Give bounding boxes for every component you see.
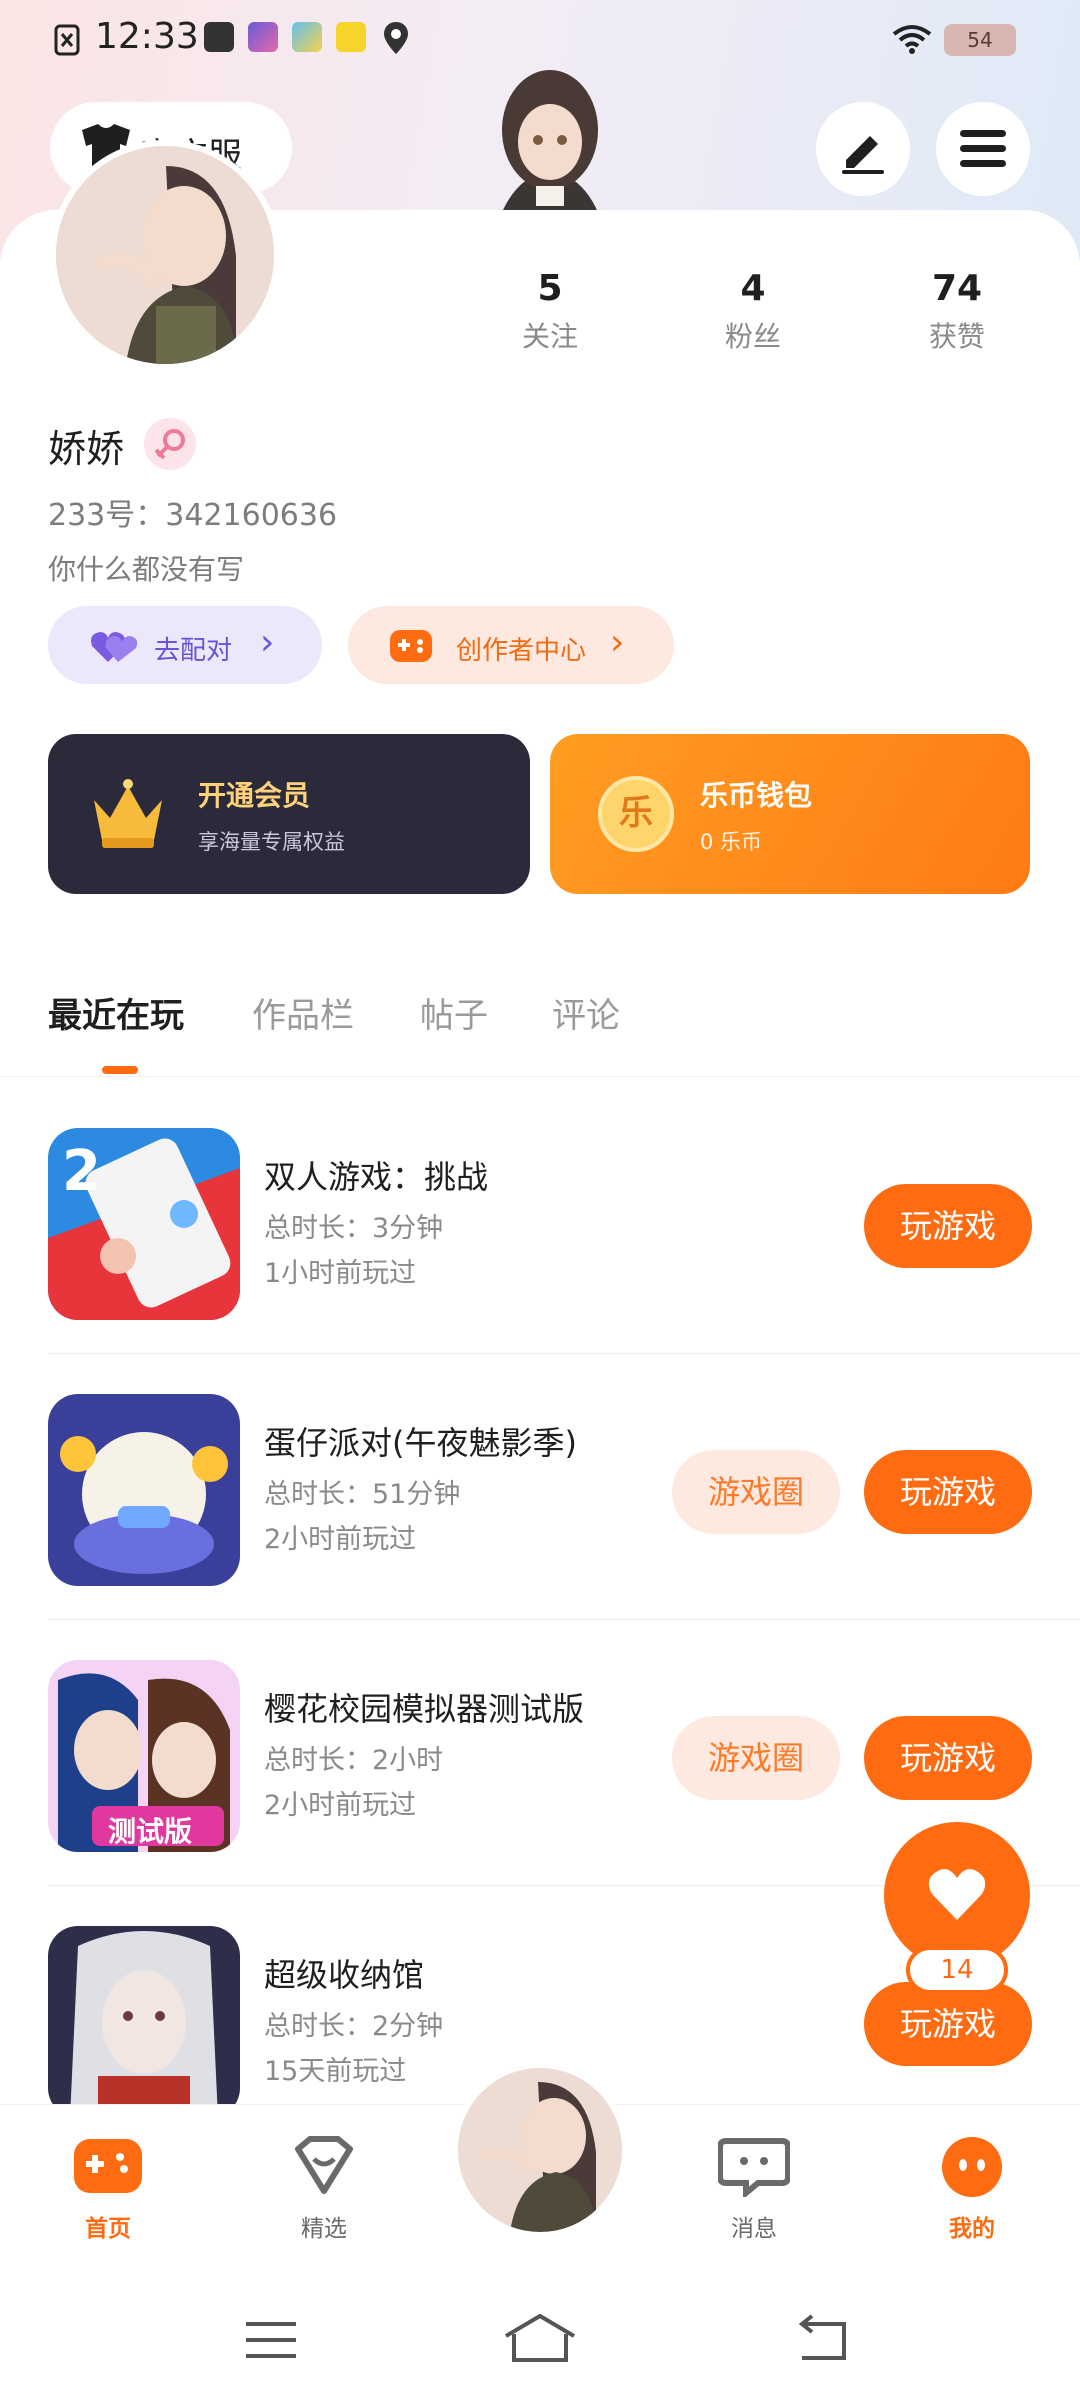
coin-card-balance: 0 乐币 bbox=[700, 830, 763, 854]
message-bubble-icon bbox=[717, 2138, 791, 2200]
creator-center-label: 创作者中心 bbox=[456, 636, 587, 666]
double-heart-icon bbox=[91, 632, 138, 662]
center-avatar-button[interactable] bbox=[452, 2062, 628, 2238]
creator-center-button[interactable]: 创作者中心 › bbox=[348, 606, 674, 684]
like-count-badge: 14 bbox=[906, 1946, 1008, 1994]
game-last-played: 2小时前玩过 bbox=[264, 1790, 417, 1821]
nav-me[interactable]: 我的 bbox=[912, 2135, 1032, 2243]
play-game-button[interactable]: 玩游戏 bbox=[864, 1716, 1032, 1800]
game-duration: 总时长：2小时 bbox=[264, 1745, 444, 1776]
stat-number: 74 bbox=[931, 268, 983, 309]
game-duration: 总时长：2分钟 bbox=[264, 2011, 444, 2042]
coin-wallet-card[interactable]: 乐 乐币钱包 0 乐币 bbox=[550, 734, 1030, 894]
game-last-played: 1小时前玩过 bbox=[264, 1258, 417, 1289]
coin-card-title: 乐币钱包 bbox=[700, 779, 813, 812]
chevron-right-icon: › bbox=[260, 622, 275, 663]
chevron-right-icon: › bbox=[610, 622, 625, 663]
status-time: 12:33 bbox=[95, 16, 199, 57]
gamepad-icon bbox=[390, 630, 432, 662]
game-icon[interactable] bbox=[48, 1926, 240, 2118]
home-icon[interactable] bbox=[502, 2312, 578, 2364]
nav-label: 首页 bbox=[85, 2216, 131, 2242]
app-notification-icon bbox=[292, 22, 322, 52]
profile-stats: 5 关注 4 粉丝 74 获赞 bbox=[480, 268, 1040, 358]
nav-home[interactable]: 首页 bbox=[48, 2135, 168, 2243]
game-icon[interactable] bbox=[48, 1394, 240, 1586]
nav-featured[interactable]: 精选 bbox=[264, 2135, 384, 2243]
pencil-icon bbox=[842, 136, 884, 174]
play-game-button[interactable]: 玩游戏 bbox=[864, 1982, 1032, 2066]
coin-icon: 乐 bbox=[598, 776, 674, 852]
user-id: 233号：342160636 bbox=[48, 498, 338, 533]
avatar-image bbox=[56, 146, 274, 364]
battery-indicator: 54 bbox=[944, 24, 1016, 56]
avatar-image bbox=[458, 2068, 622, 2232]
tab-works[interactable]: 作品栏 bbox=[252, 988, 354, 1037]
play-game-button[interactable]: 玩游戏 bbox=[864, 1450, 1032, 1534]
user-bio: 你什么都没有写 bbox=[48, 553, 245, 586]
tab-comments[interactable]: 评论 bbox=[552, 988, 620, 1037]
nav-label: 消息 bbox=[731, 2216, 777, 2242]
game-circle-button[interactable]: 游戏圈 bbox=[672, 1716, 840, 1800]
profile-avatar[interactable] bbox=[50, 140, 280, 370]
no-sim-icon bbox=[54, 24, 80, 56]
game-name: 樱花校园模拟器测试版 bbox=[264, 1690, 585, 1728]
game-name: 超级收纳馆 bbox=[264, 1956, 425, 1994]
stat-number: 4 bbox=[740, 268, 766, 309]
game-list-item[interactable]: 2 双人游戏：挑战 总时长：3分钟 1小时前玩过 玩游戏 bbox=[0, 1088, 1080, 1354]
me-face-icon bbox=[942, 2137, 1002, 2197]
stat-following[interactable]: 5 关注 bbox=[480, 268, 620, 355]
stat-label: 关注 bbox=[521, 320, 578, 353]
match-button-label: 去配对 bbox=[154, 636, 233, 666]
active-tab-indicator bbox=[102, 1066, 138, 1074]
heart-icon bbox=[928, 1869, 986, 1920]
game-last-played: 2小时前玩过 bbox=[264, 1524, 417, 1555]
username: 娇娇 bbox=[48, 427, 125, 471]
app-notification-icon bbox=[204, 22, 234, 52]
profile-tabs: 最近在玩 作品栏 帖子 评论 bbox=[0, 980, 1080, 1077]
game-duration: 总时长：51分钟 bbox=[264, 1479, 461, 1510]
game-circle-button[interactable]: 游戏圈 bbox=[672, 1450, 840, 1534]
game-name: 双人游戏：挑战 bbox=[264, 1158, 489, 1196]
match-button[interactable]: 去配对 › bbox=[48, 606, 322, 684]
kuaidian-notification-icon bbox=[336, 22, 366, 52]
crown-icon bbox=[94, 779, 162, 848]
diamond-heart-icon bbox=[295, 2136, 353, 2194]
system-navigation-bar bbox=[0, 2286, 1080, 2408]
nav-messages[interactable]: 消息 bbox=[694, 2135, 814, 2243]
vip-card-title: 开通会员 bbox=[198, 779, 311, 812]
menu-button[interactable] bbox=[936, 102, 1030, 196]
game-name: 蛋仔派对(午夜魅影季) bbox=[264, 1424, 577, 1462]
stat-followers[interactable]: 4 粉丝 bbox=[683, 268, 823, 355]
hamburger-menu-icon bbox=[960, 130, 1006, 167]
location-icon bbox=[384, 22, 408, 54]
game-icon[interactable]: 测试版 bbox=[48, 1660, 240, 1852]
stat-label: 粉丝 bbox=[724, 320, 781, 353]
game-icon-test-tag: 测试版 bbox=[108, 1815, 193, 1848]
back-icon[interactable] bbox=[794, 2314, 850, 2364]
nav-label: 我的 bbox=[949, 2216, 995, 2242]
vip-membership-card[interactable]: 开通会员 享海量专属权益 bbox=[48, 734, 530, 894]
wifi-icon bbox=[892, 24, 932, 62]
tab-posts[interactable]: 帖子 bbox=[420, 988, 488, 1037]
edit-profile-button[interactable] bbox=[816, 102, 910, 196]
svg-text:2: 2 bbox=[62, 1139, 101, 1204]
tab-recently-played[interactable]: 最近在玩 bbox=[48, 988, 184, 1037]
game-duration: 总时长：3分钟 bbox=[264, 1213, 444, 1244]
stat-likes[interactable]: 74 获赞 bbox=[887, 268, 1027, 355]
home-gamepad-icon bbox=[74, 2139, 142, 2193]
game-icon[interactable]: 2 bbox=[48, 1128, 240, 1320]
game-last-played: 15天前玩过 bbox=[264, 2056, 407, 2087]
play-game-button[interactable]: 玩游戏 bbox=[864, 1184, 1032, 1268]
stat-label: 获赞 bbox=[928, 320, 985, 353]
stat-number: 5 bbox=[537, 268, 563, 309]
game-notification-icon bbox=[248, 22, 278, 52]
nav-label: 精选 bbox=[301, 2216, 347, 2242]
recent-apps-icon[interactable] bbox=[244, 2316, 300, 2364]
game-list-item[interactable]: 蛋仔派对(午夜魅影季) 总时长：51分钟 2小时前玩过 游戏圈 玩游戏 bbox=[0, 1354, 1080, 1620]
gender-female-icon bbox=[144, 418, 196, 470]
vip-card-subtitle: 享海量专属权益 bbox=[198, 830, 345, 854]
